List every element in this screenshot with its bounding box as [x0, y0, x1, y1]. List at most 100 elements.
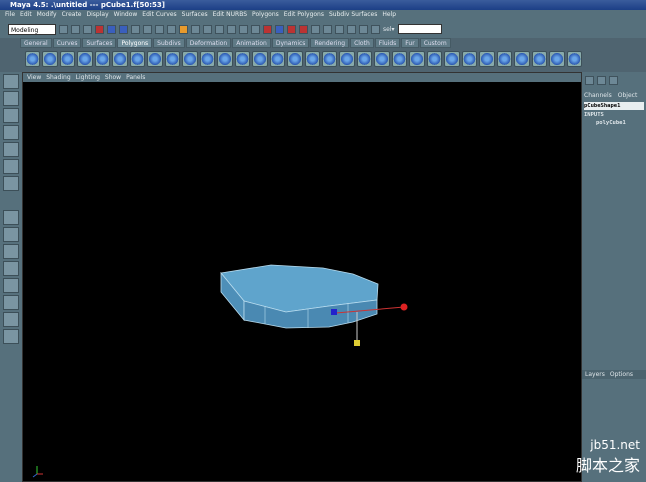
render-icon[interactable] — [263, 24, 272, 34]
layers-menu[interactable]: Layers — [585, 370, 605, 379]
menu-edit-curves[interactable]: Edit Curves — [142, 10, 176, 20]
x-axis-handle[interactable] — [400, 303, 408, 311]
layout-graph-tool-icon[interactable] — [3, 278, 19, 293]
tab-subdivs[interactable]: Subdivs — [153, 38, 185, 48]
select-tool-icon[interactable] — [3, 74, 19, 89]
menu-modify[interactable]: Modify — [37, 10, 57, 20]
channel-box-icon[interactable] — [585, 76, 594, 85]
append-shelf-icon[interactable] — [287, 51, 303, 67]
cube-shelf-icon[interactable] — [42, 51, 58, 67]
attribute-editor-icon[interactable] — [323, 24, 332, 34]
cylinder-shelf-icon[interactable] — [59, 51, 76, 67]
vertex-mask-icon[interactable] — [131, 24, 140, 34]
rotate-tool-icon[interactable] — [3, 142, 19, 157]
checker4-shelf-icon[interactable] — [549, 51, 565, 67]
checker-shelf-icon[interactable] — [496, 51, 513, 67]
mode-dropdown[interactable]: Modeling — [8, 23, 56, 35]
select-hierarchy-icon[interactable] — [95, 24, 104, 34]
tab-custom[interactable]: Custom — [419, 38, 451, 48]
menu-surfaces[interactable]: Surfaces — [182, 10, 208, 20]
move-tool-icon[interactable] — [3, 125, 19, 140]
viewport-menu-show[interactable]: Show — [105, 73, 121, 82]
layout-render-tool-icon[interactable] — [3, 312, 19, 327]
lasso-tool-icon[interactable] — [3, 91, 19, 106]
new-scene-icon[interactable] — [59, 24, 68, 34]
y-axis-handle[interactable] — [354, 340, 360, 346]
quadrangulate-shelf-icon[interactable] — [409, 51, 425, 67]
scene-view[interactable] — [23, 82, 581, 482]
bevel-shelf-icon[interactable] — [252, 51, 268, 67]
layout-hypergraph-tool-icon[interactable] — [3, 295, 19, 310]
layer-editor-icon[interactable] — [597, 76, 606, 85]
subdivide-shelf-icon[interactable] — [321, 51, 338, 67]
mirror-shelf-icon[interactable] — [461, 51, 478, 67]
sphere-shelf-icon[interactable] — [25, 51, 41, 67]
render-globals-icon[interactable] — [287, 24, 296, 34]
extrude-face-shelf-icon[interactable] — [217, 51, 233, 67]
options-menu[interactable]: Options — [610, 370, 633, 379]
help-icon[interactable] — [227, 24, 236, 34]
ipr-render-icon[interactable] — [275, 24, 284, 34]
layout-side-tool-icon[interactable] — [3, 244, 19, 259]
menu-edit[interactable]: Edit — [20, 10, 32, 20]
tab-surfaces[interactable]: Surfaces — [82, 38, 117, 48]
snap-grid-icon[interactable] — [191, 24, 200, 34]
layout-single-tool-icon[interactable] — [3, 210, 19, 225]
save-scene-icon[interactable] — [83, 24, 92, 34]
tool-settings-icon[interactable] — [335, 24, 344, 34]
face-mask-icon[interactable] — [155, 24, 164, 34]
viewport-menu-shading[interactable]: Shading — [46, 73, 70, 82]
separate-shelf-icon[interactable] — [182, 51, 198, 67]
construction-icon[interactable] — [251, 24, 260, 34]
open-scene-icon[interactable] — [71, 24, 80, 34]
tab-deformation[interactable]: Deformation — [185, 38, 232, 48]
object-menu[interactable]: Object — [618, 92, 638, 99]
merge-shelf-icon[interactable] — [304, 51, 320, 67]
tab-curves[interactable]: Curves — [52, 38, 82, 48]
menu-edit-nurbs[interactable]: Edit NURBS — [213, 10, 247, 20]
layout-icon-3[interactable] — [371, 24, 380, 34]
soften-shelf-icon[interactable] — [426, 51, 443, 67]
fill-hole-shelf-icon[interactable] — [374, 51, 390, 67]
hypershade-icon[interactable] — [299, 24, 308, 34]
tab-fluids[interactable]: Fluids — [374, 38, 401, 48]
torus-shelf-icon[interactable] — [112, 51, 128, 67]
layout-outliner-tool-icon[interactable] — [3, 261, 19, 276]
input-node[interactable]: polyCube1 — [584, 119, 644, 127]
viewport-menu-panels[interactable]: Panels — [126, 73, 145, 82]
edge-mask-icon[interactable] — [143, 24, 152, 34]
tab-fur[interactable]: Fur — [401, 38, 419, 48]
tab-animation[interactable]: Animation — [232, 38, 271, 48]
snap-curve-icon[interactable] — [203, 24, 212, 34]
paint-select-tool-icon[interactable] — [3, 108, 19, 123]
uv-mask-icon[interactable] — [167, 24, 176, 34]
split-shelf-icon[interactable] — [269, 51, 286, 67]
smooth-shelf-icon[interactable] — [199, 51, 216, 67]
extrude-edge-shelf-icon[interactable] — [234, 51, 251, 67]
shape-node[interactable]: pCubeShape1 — [584, 102, 644, 110]
channel-layer-icon[interactable] — [609, 76, 618, 85]
menu-help[interactable]: Help — [382, 10, 396, 20]
viewport-menu-view[interactable]: View — [27, 73, 41, 82]
combine-shelf-icon[interactable] — [147, 51, 163, 67]
misc-mask-icon[interactable] — [179, 24, 188, 34]
checker3-shelf-icon[interactable] — [531, 51, 548, 67]
manipulator-tool-icon[interactable] — [3, 176, 19, 191]
menu-edit-polygons[interactable]: Edit Polygons — [284, 10, 324, 20]
quick-select-input[interactable] — [397, 24, 442, 34]
cone-shelf-icon[interactable] — [77, 51, 93, 67]
menu-window[interactable]: Window — [114, 10, 138, 20]
channels-menu[interactable]: Channels — [584, 92, 612, 99]
layout-icon-2[interactable] — [359, 24, 368, 34]
plane-shelf-icon[interactable] — [94, 51, 111, 67]
history-icon[interactable] — [239, 24, 248, 34]
tab-dynamics[interactable]: Dynamics — [271, 38, 310, 48]
extract-shelf-icon[interactable] — [164, 51, 181, 67]
scale-tool-icon[interactable] — [3, 159, 19, 174]
menu-display[interactable]: Display — [87, 10, 109, 20]
viewport[interactable]: View Shading Lighting Show Panels — [22, 72, 582, 482]
poly-cube[interactable] — [220, 264, 379, 329]
menu-create[interactable]: Create — [62, 10, 82, 20]
select-component-icon[interactable] — [119, 24, 128, 34]
menu-subdiv-surfaces[interactable]: Subdiv Surfaces — [329, 10, 377, 20]
